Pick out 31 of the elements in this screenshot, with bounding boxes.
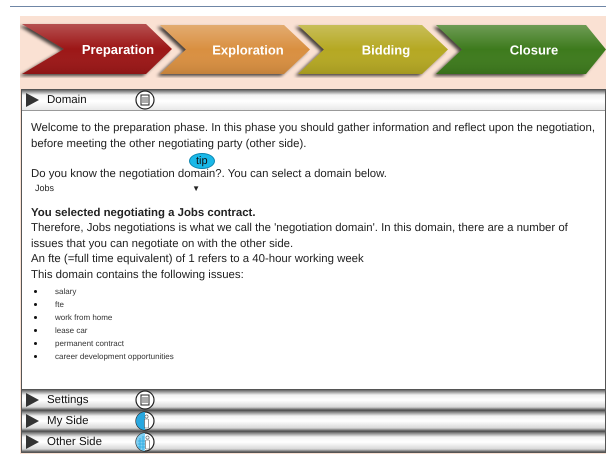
issue-item: permanent contract	[55, 338, 124, 350]
section-header[interactable]: Domain	[22, 90, 605, 111]
domain-dropdown[interactable]: Jobs ▼	[31, 182, 200, 194]
issue-item: lease car	[55, 325, 88, 337]
issue-item: work from home	[55, 312, 112, 324]
section-title: Other Side	[47, 436, 103, 448]
tip-bubble[interactable]: tip	[189, 153, 215, 169]
explanation-text: An fte (=full time equivalent) of 1 refers to a 40-hour working week	[31, 252, 365, 267]
phase-step[interactable]: Preparation	[22, 24, 172, 74]
question-text: Do you know the negotiation domain?. You can select a domain below.	[31, 167, 388, 182]
explanation-text: Therefore, Jobs negotiations is what we call the 'negotiation domain'. In this domain, there are a number of issues that you can negotiate on with the other side.	[31, 221, 569, 252]
bullet-icon	[34, 355, 37, 358]
expand-icon	[26, 435, 39, 449]
phase-step[interactable]: Closure	[436, 25, 606, 74]
section-header[interactable]: Settings	[22, 390, 605, 410]
bullet-icon	[34, 290, 37, 293]
section-header[interactable]: My Side	[22, 411, 605, 431]
intro-text: Welcome to the preparation phase. In this phase you should gather information and reflect upon the negotiation, before meeting the other negotiating party (other side).	[31, 121, 596, 152]
selected-heading: You selected negotiating a Jobs contract.	[31, 206, 256, 220]
section-header[interactable]: Other Side	[22, 432, 605, 452]
explanation-text: This domain contains the following issues:	[31, 268, 245, 282]
bullet-icon	[34, 316, 37, 319]
bullet-icon	[34, 329, 37, 332]
issue-item: career development opportunities	[55, 351, 174, 363]
section-title: Settings	[47, 394, 90, 406]
bullet-icon	[34, 303, 37, 306]
bullet-icon	[34, 342, 37, 345]
issue-item: fte	[55, 299, 64, 311]
section-title: My Side	[47, 415, 90, 427]
section-title: Domain	[47, 94, 88, 106]
issue-item: salary	[55, 286, 76, 298]
